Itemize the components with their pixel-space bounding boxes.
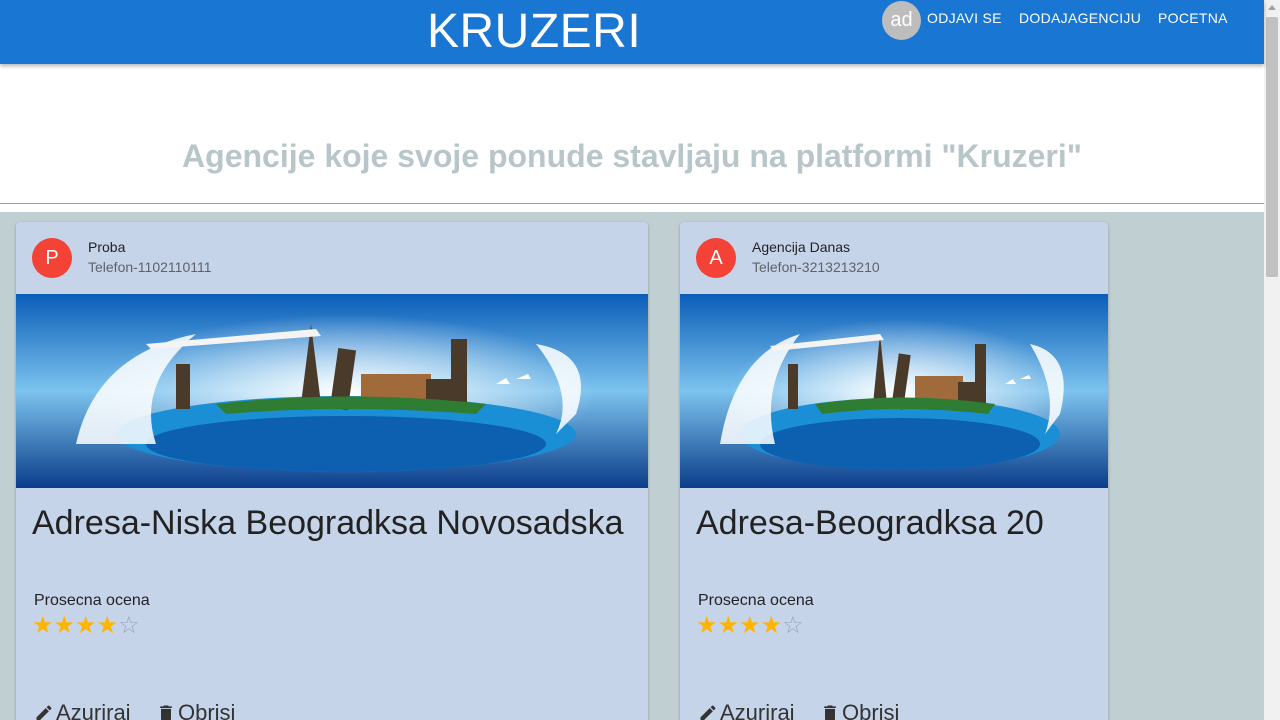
app-bar: KRUZERI ad ODJAVI SE DODAJAGENCIJU POCET… <box>0 0 1264 64</box>
rating-label: Prosecna ocena <box>34 592 150 609</box>
agency-card: A Agencija Danas Telefon-3213213210 Adre… <box>680 222 1108 720</box>
home-button[interactable]: POCETNA <box>1158 10 1228 26</box>
delete-label: Obrisi <box>178 700 236 720</box>
add-agency-button[interactable]: DODAJAGENCIJU <box>1019 10 1141 26</box>
scroll-up-arrow-icon[interactable] <box>1264 0 1280 16</box>
star-icon: ★ <box>32 612 54 639</box>
agency-phone: Telefon-3213213210 <box>752 259 880 275</box>
scroll-thumb[interactable] <box>1266 17 1278 277</box>
brand-title: KRUZERI <box>427 5 642 58</box>
star-icon: ★ <box>717 612 740 639</box>
star-icon: ★ <box>75 612 97 639</box>
pencil-icon <box>700 705 716 720</box>
pencil-icon <box>36 705 52 720</box>
star-icon: ★ <box>96 612 119 639</box>
user-avatar[interactable]: ad <box>882 1 921 40</box>
delete-label: Obrisi <box>842 700 900 720</box>
travel-landmarks-illustration <box>16 294 648 488</box>
star-outline-icon: ☆ <box>118 612 140 639</box>
star-icon: ★ <box>696 612 718 639</box>
agency-card: P Proba Telefon-1102110111 Adresa-Niska … <box>16 222 648 720</box>
agency-avatar: P <box>32 238 72 278</box>
agency-address: Adresa-Niska Beogradksa Novosadska <box>32 504 624 542</box>
travel-landmarks-image <box>680 294 1108 488</box>
edit-label: Azuriraj <box>720 700 795 720</box>
rating-stars: ★★★★☆ <box>32 612 140 640</box>
edit-button[interactable]: Azuriraj <box>698 700 795 720</box>
trash-icon <box>160 705 172 720</box>
delete-button[interactable]: Obrisi <box>820 700 899 720</box>
agency-name: Proba <box>88 239 126 255</box>
logout-button[interactable]: ODJAVI SE <box>927 10 1002 26</box>
agency-avatar: A <box>696 238 736 278</box>
page-scrollbar[interactable] <box>1264 0 1280 720</box>
rating-stars: ★★★★☆ <box>696 612 804 640</box>
edit-label: Azuriraj <box>56 700 131 720</box>
delete-button[interactable]: Obrisi <box>156 700 235 720</box>
star-icon: ★ <box>53 612 76 639</box>
travel-landmarks-illustration <box>680 294 1108 488</box>
agency-phone: Telefon-1102110111 <box>88 259 212 275</box>
page-title: Agencije koje svoje ponude stavljaju na … <box>182 138 1082 174</box>
star-icon: ★ <box>739 612 761 639</box>
trash-icon <box>824 705 836 720</box>
star-outline-icon: ☆ <box>782 612 804 639</box>
travel-landmarks-image <box>16 294 648 488</box>
edit-button[interactable]: Azuriraj <box>34 700 131 720</box>
agency-name: Agencija Danas <box>752 239 851 255</box>
rating-label: Prosecna ocena <box>698 592 814 609</box>
hero-section <box>0 64 1264 204</box>
star-icon: ★ <box>760 612 783 639</box>
agency-address: Adresa-Beogradksa 20 <box>696 504 1044 542</box>
